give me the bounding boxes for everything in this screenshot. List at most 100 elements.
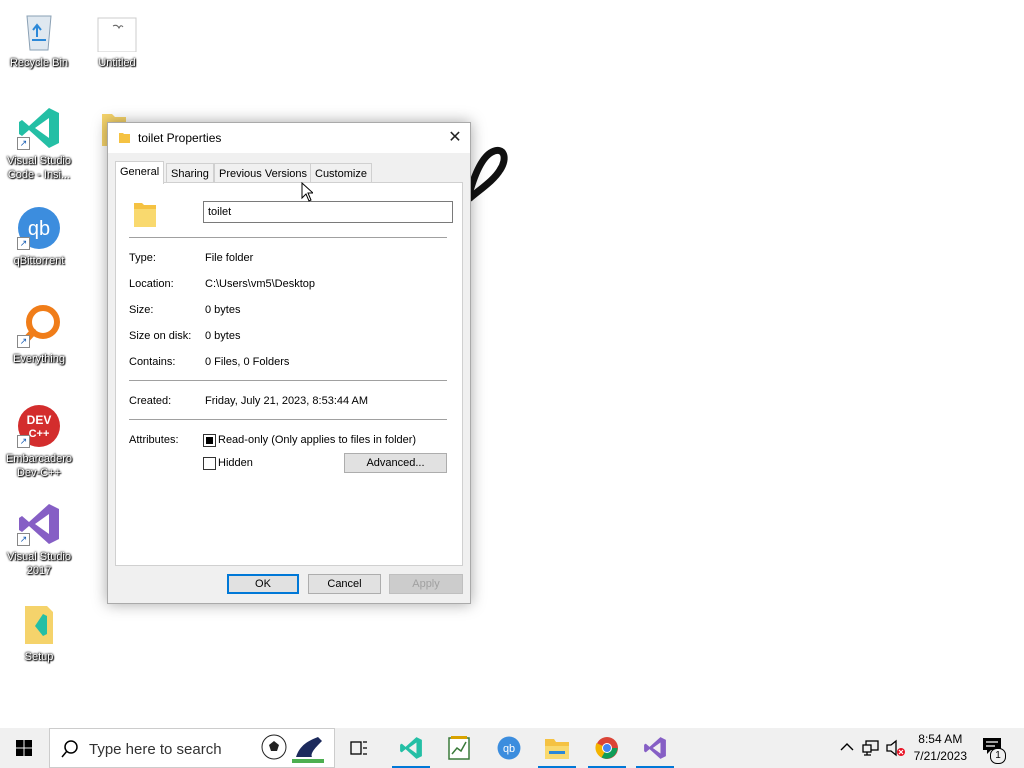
svg-text:C++: C++ xyxy=(29,428,50,440)
desktop-icon-label: Embarcadero Dev-C++ xyxy=(5,453,73,479)
desktop-icon-label: Untitled xyxy=(98,57,136,69)
properties-dialog: toilet Properties ✕ General Sharing Prev… xyxy=(107,122,471,604)
windows-logo-icon xyxy=(16,740,32,756)
show-hidden-icons-button[interactable] xyxy=(836,728,858,768)
tab-previous-versions[interactable]: Previous Versions xyxy=(214,163,313,184)
separator xyxy=(129,380,447,381)
shortcut-arrow-icon: ↗ xyxy=(17,335,30,348)
desktop-icon-label: Setup xyxy=(24,651,54,663)
visual-studio-icon xyxy=(644,737,666,759)
folder-name-input[interactable] xyxy=(203,201,453,223)
cancel-button[interactable]: Cancel xyxy=(308,574,381,594)
svg-text:qb: qb xyxy=(503,743,515,755)
task-view-icon xyxy=(350,741,367,755)
attributes-label: Attributes: xyxy=(129,434,179,446)
taskbar-file-explorer[interactable] xyxy=(534,728,580,768)
ok-button[interactable]: OK xyxy=(227,574,299,594)
dialog-title: toilet Properties xyxy=(138,131,222,145)
created-value: Friday, July 21, 2023, 8:53:44 AM xyxy=(205,395,369,407)
size-value: 0 bytes xyxy=(205,304,241,316)
search-icon xyxy=(61,740,78,758)
taskbar-search-box[interactable]: Type here to search xyxy=(49,728,335,768)
desktop-icon-recycle-bin[interactable]: Recycle Bin xyxy=(0,8,78,70)
tab-customize[interactable]: Customize xyxy=(310,163,372,184)
volume-tray-button[interactable] xyxy=(884,728,908,768)
size-on-disk-label: Size on disk: xyxy=(129,330,192,342)
clock-date: 7/21/2023 xyxy=(913,749,967,763)
svg-text:qb: qb xyxy=(28,218,50,240)
separator xyxy=(129,237,447,238)
soccer-ball-icon xyxy=(261,734,287,760)
readonly-label[interactable]: Read-only (Only applies to files in fold… xyxy=(218,434,416,446)
size-on-disk-value: 0 bytes xyxy=(205,330,241,342)
vscode-insiders-icon: ↗ xyxy=(17,106,61,150)
type-value: File folder xyxy=(205,252,254,264)
readonly-checkbox[interactable] xyxy=(203,434,216,447)
task-view-button[interactable] xyxy=(336,728,382,768)
shortcut-arrow-icon: ↗ xyxy=(17,533,30,546)
shortcut-arrow-icon: ↗ xyxy=(17,137,30,150)
type-label: Type: xyxy=(129,252,156,264)
taskbar-chrome[interactable] xyxy=(584,728,630,768)
apply-button[interactable]: Apply xyxy=(389,574,463,594)
size-label: Size: xyxy=(129,304,154,316)
dialog-titlebar[interactable]: toilet Properties ✕ xyxy=(108,123,470,153)
desktop-icon-label: Visual Studio Code - Insi... xyxy=(6,155,71,181)
desktop-icon-label: Recycle Bin xyxy=(9,57,69,69)
action-center-button[interactable]: 1 xyxy=(978,728,1024,768)
desktop-icon-label: qBittorrent xyxy=(13,255,65,267)
close-button[interactable]: ✕ xyxy=(440,123,470,153)
network-tray-button[interactable] xyxy=(860,728,882,768)
folder-icon xyxy=(119,133,130,143)
qbittorrent-icon: qb ↗ xyxy=(17,206,61,250)
desktop-icon-label: Visual Studio 2017 xyxy=(6,551,71,577)
taskbar-visual-studio[interactable] xyxy=(632,728,678,768)
setup-folder-icon xyxy=(17,602,61,646)
untitled-file-icon xyxy=(95,8,139,53)
clock-time: 8:54 AM xyxy=(918,732,963,746)
recycle-bin-icon xyxy=(17,8,61,52)
desktop-icon-vscode-insiders[interactable]: ↗ Visual Studio Code - Insi... xyxy=(0,106,78,182)
location-value: C:\Users\vm5\Desktop xyxy=(205,278,316,290)
created-label: Created: xyxy=(129,395,172,407)
indeterminate-mark-icon xyxy=(206,437,213,444)
start-button[interactable] xyxy=(0,728,48,768)
desktop-icon-devcpp[interactable]: DEV C++ ↗ Embarcadero Dev-C++ xyxy=(0,404,78,480)
taskbar-clock[interactable]: 8:54 AM 7/21/2023 xyxy=(914,731,967,765)
folder-large-icon xyxy=(134,203,156,227)
visual-studio-icon: ↗ xyxy=(17,502,61,546)
shortcut-arrow-icon: ↗ xyxy=(17,237,30,250)
tab-general[interactable]: General xyxy=(115,161,165,184)
desktop-icon-label: Everything xyxy=(13,353,65,365)
notification-count-badge: 1 xyxy=(990,748,1006,764)
chart-notepad-icon xyxy=(448,736,470,760)
tab-sharing[interactable]: Sharing xyxy=(166,163,214,184)
file-explorer-icon xyxy=(545,739,569,759)
desktop-icon-visual-studio-2017[interactable]: ↗ Visual Studio 2017 xyxy=(0,502,78,578)
chevron-up-icon xyxy=(840,743,854,751)
contains-value: 0 Files, 0 Folders xyxy=(205,356,290,368)
desktop-icon-qbittorrent[interactable]: qb ↗ qBittorrent xyxy=(0,206,78,268)
qbittorrent-icon: qb xyxy=(497,736,521,760)
advanced-button[interactable]: Advanced... xyxy=(344,453,447,473)
volume-muted-icon xyxy=(886,739,905,757)
desktop-icon-untitled[interactable]: Untitled xyxy=(78,8,156,70)
svg-text:DEV: DEV xyxy=(27,413,52,427)
desktop-icon-everything[interactable]: ↗ Everything xyxy=(0,304,78,366)
vscode-insiders-icon xyxy=(400,737,422,759)
desktop-icon-setup[interactable]: Setup xyxy=(0,602,78,664)
taskbar-vscode[interactable] xyxy=(388,728,434,768)
location-label: Location: xyxy=(129,278,174,290)
hidden-label[interactable]: Hidden xyxy=(218,457,253,469)
taskbar-notepad-app[interactable] xyxy=(436,728,482,768)
close-icon: ✕ xyxy=(448,129,462,146)
contains-label: Contains: xyxy=(129,356,176,368)
hidden-checkbox[interactable] xyxy=(203,457,216,470)
soccer-boot-icon xyxy=(292,737,324,763)
separator xyxy=(129,419,447,420)
mouse-cursor-icon xyxy=(301,182,313,202)
devcpp-icon: DEV C++ ↗ xyxy=(17,404,61,448)
taskbar-qbittorrent[interactable]: qb xyxy=(486,728,532,768)
search-placeholder: Type here to search xyxy=(89,741,222,758)
taskbar: Type here to search qb 8:54 AM 7/21/2023… xyxy=(0,728,1024,768)
